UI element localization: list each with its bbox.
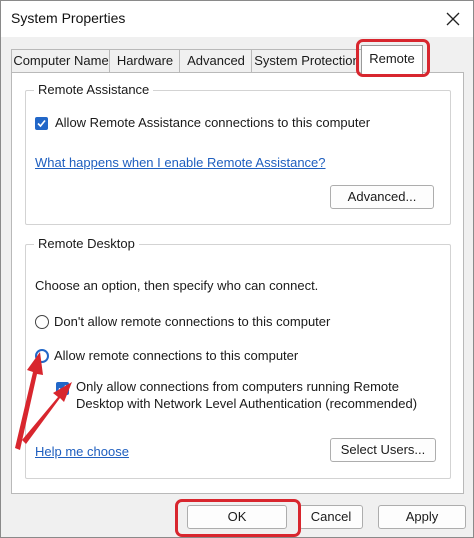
remote-desktop-instruction: Choose an option, then specify who can c… [35, 278, 319, 293]
remote-desktop-legend: Remote Desktop [34, 236, 139, 251]
close-button[interactable] [439, 5, 467, 33]
allow-remote-radio[interactable] [35, 349, 49, 363]
nla-only-label-line1: Only allow connections from computers ru… [76, 379, 399, 394]
nla-only-checkbox[interactable] [56, 382, 69, 395]
title-bar: System Properties [1, 1, 473, 37]
remote-desktop-group: Remote Desktop Choose an option, then sp… [25, 236, 451, 479]
allow-remote-assistance-label: Allow Remote Assistance connections to t… [55, 115, 371, 130]
remote-assistance-group: Remote Assistance Allow Remote Assistanc… [25, 82, 451, 225]
tab-remote[interactable]: Remote [361, 45, 423, 74]
checkmark-icon [58, 384, 67, 393]
allow-remote-assistance-checkbox[interactable] [35, 117, 48, 130]
tab-system-protection[interactable]: System Protection [251, 49, 363, 72]
cancel-button[interactable]: Cancel [299, 505, 363, 529]
allow-remote-label: Allow remote connections to this compute… [54, 348, 299, 363]
select-users-button[interactable]: Select Users... [330, 438, 436, 462]
close-icon [446, 12, 460, 26]
apply-button[interactable]: Apply [378, 505, 466, 529]
dont-allow-remote-label: Don't allow remote connections to this c… [54, 314, 331, 329]
tab-bar: Computer Name Hardware Advanced System P… [11, 45, 463, 74]
nla-only-label-line2: Desktop with Network Level Authenticatio… [76, 396, 418, 411]
remote-tab-panel: Remote Assistance Allow Remote Assistanc… [11, 72, 464, 494]
remote-assistance-legend: Remote Assistance [34, 82, 154, 97]
remote-assistance-help-link[interactable]: What happens when I enable Remote Assist… [35, 155, 326, 170]
dont-allow-remote-radio[interactable] [35, 315, 49, 329]
checkmark-icon [37, 119, 46, 128]
tab-computer-name[interactable]: Computer Name [11, 49, 111, 72]
help-me-choose-link[interactable]: Help me choose [35, 444, 129, 459]
tab-advanced[interactable]: Advanced [179, 49, 253, 72]
tab-hardware[interactable]: Hardware [109, 49, 181, 72]
ok-button[interactable]: OK [187, 505, 287, 529]
system-properties-window: System Properties Computer Name Hardware… [0, 0, 474, 538]
window-title: System Properties [11, 10, 126, 26]
advanced-button[interactable]: Advanced... [330, 185, 434, 209]
